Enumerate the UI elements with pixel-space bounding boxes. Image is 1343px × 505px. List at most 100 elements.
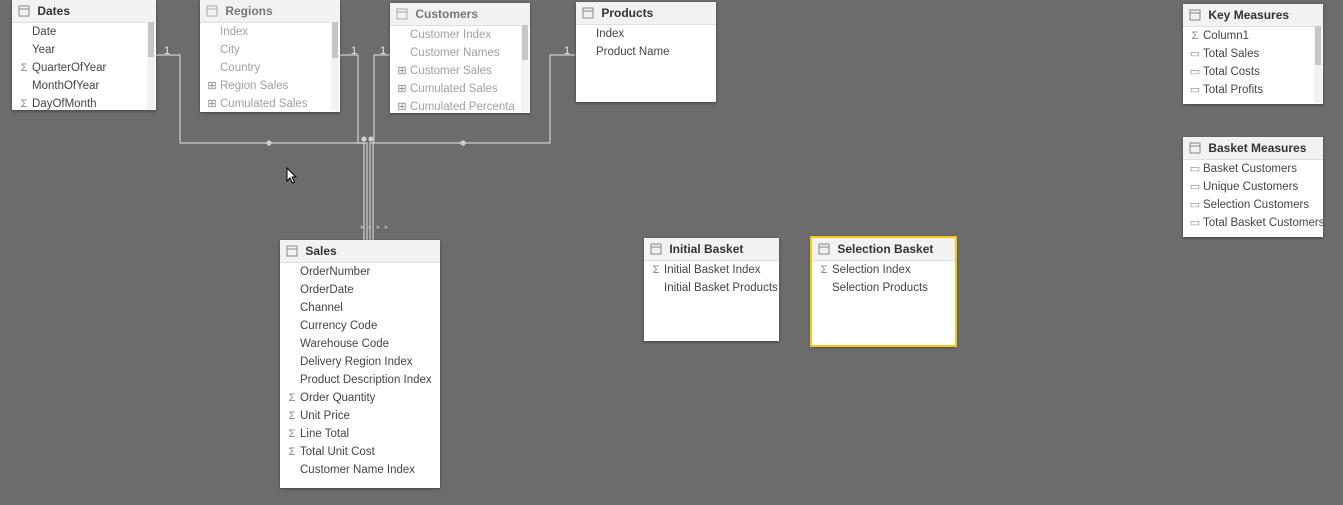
field-label: Line Total [300, 428, 349, 440]
field-row[interactable]: Customer Name Index [280, 461, 440, 479]
field-row[interactable]: Customer Names [390, 44, 530, 62]
field-list[interactable]: Index CityCountry⊞Region Sales⊞Cumulated … [200, 23, 340, 113]
field-list[interactable]: ΣSelection IndexSelection Products [812, 261, 955, 297]
field-row[interactable]: ⊞Customer Sales [390, 62, 530, 80]
table-header[interactable]: Key Measures [1183, 4, 1323, 27]
field-row[interactable]: ΣUnit Price [280, 407, 440, 425]
field-label: Index [220, 26, 248, 38]
table-header[interactable]: Initial Basket [644, 238, 779, 261]
field-list[interactable]: OrderNumber OrderDateChannel Currency Code… [280, 263, 440, 479]
field-row[interactable]: ΣSelection Index [812, 261, 955, 279]
field-label: Cumulated Percenta [410, 101, 515, 113]
field-row[interactable]: Index [200, 23, 340, 41]
table-header[interactable]: Products [576, 2, 716, 25]
field-row[interactable]: Delivery Region Index [280, 353, 440, 371]
table-header[interactable]: Dates [12, 0, 156, 23]
field-row[interactable]: ⊞Cumulated Sales [200, 95, 340, 113]
field-label: Total Basket Customers [1203, 217, 1323, 229]
field-row[interactable]: ΣInitial Basket Index [644, 261, 779, 279]
field-label: Customer Name Index [300, 464, 415, 476]
table-selection-basket[interactable]: Selection Basket ΣSelection IndexSelecti… [812, 238, 955, 345]
measure-icon: ▭ [1189, 81, 1201, 99]
scrollbar[interactable] [331, 22, 339, 111]
table-key-measures[interactable]: Key Measures ΣColumn1▭Total Sales▭Total … [1183, 4, 1323, 104]
field-row[interactable]: Year [12, 41, 156, 59]
cardinality-one: 1 [378, 45, 388, 57]
scrollbar[interactable] [521, 25, 529, 112]
field-row[interactable]: ▭Total Costs [1183, 63, 1323, 81]
field-list[interactable]: ΣInitial Basket Index Initial Basket Prod… [644, 261, 779, 297]
table-products[interactable]: Products Index Product Name [576, 2, 716, 102]
table-icon [286, 245, 298, 257]
table-customers[interactable]: Customers Customer IndexCustomer Names⊞C… [390, 3, 530, 113]
field-row[interactable]: Initial Basket Products [644, 279, 779, 297]
field-list[interactable]: ΣColumn1▭Total Sales▭Total Costs▭Total P… [1183, 27, 1323, 99]
field-row[interactable]: ⊞Cumulated Sales [390, 80, 530, 98]
table-basket-measures[interactable]: Basket Measures ▭Basket Customers▭Unique… [1183, 137, 1323, 237]
field-list[interactable]: Index Product Name [576, 25, 716, 61]
field-row[interactable]: Country [200, 59, 340, 77]
field-row[interactable]: ▭Total Basket Customers [1183, 214, 1323, 232]
table-icon [1189, 9, 1201, 21]
table-initial-basket[interactable]: Initial Basket ΣInitial Basket Index Init… [644, 238, 779, 341]
field-row[interactable]: Warehouse Code [280, 335, 440, 353]
sigma-icon: Σ [286, 443, 298, 461]
field-row[interactable]: OrderNumber [280, 263, 440, 281]
field-list[interactable]: Date YearΣQuarterOfYearMonthOfYearΣDayOfM… [12, 23, 156, 113]
scrollbar[interactable] [1314, 26, 1322, 103]
field-row[interactable]: ▭Basket Customers [1183, 160, 1323, 178]
field-label: Date [32, 26, 56, 38]
table-header[interactable]: Regions [200, 0, 340, 23]
table-title: Basket Measures [1208, 141, 1306, 155]
field-label: Unit Price [300, 410, 350, 422]
sigma-icon: Σ [286, 389, 298, 407]
field-row[interactable]: ▭Total Sales [1183, 45, 1323, 63]
table-header[interactable]: Basket Measures [1183, 137, 1323, 160]
field-label: Initial Basket Products [664, 282, 778, 294]
field-row[interactable]: ▭Total Profits [1183, 81, 1323, 99]
calc-table-icon: ⊞ [396, 62, 408, 80]
field-row[interactable]: ▭Unique Customers [1183, 178, 1323, 196]
sigma-icon: Σ [286, 407, 298, 425]
field-row[interactable]: OrderDate [280, 281, 440, 299]
table-header[interactable]: Sales [280, 240, 440, 263]
scrollbar[interactable] [147, 22, 155, 109]
field-row[interactable]: Product Description Index [280, 371, 440, 389]
field-row[interactable]: ΣDayOfMonth [12, 95, 156, 113]
field-row[interactable]: Date [12, 23, 156, 41]
model-canvas[interactable]: { "tables": { "dates": { "title": "Dates… [0, 0, 1343, 505]
table-dates[interactable]: Dates Date YearΣQuarterOfYearMonthOfYearΣ… [12, 0, 156, 110]
field-row[interactable]: Index [576, 25, 716, 43]
cardinality-many: * * * * [360, 224, 389, 234]
field-label: OrderNumber [300, 266, 370, 278]
field-row[interactable]: ΣLine Total [280, 425, 440, 443]
field-list[interactable]: ▭Basket Customers▭Unique Customers▭Selec… [1183, 160, 1323, 232]
field-row[interactable]: ΣColumn1 [1183, 27, 1323, 45]
table-regions[interactable]: Regions Index CityCountry⊞Region Sales⊞Cu… [200, 0, 340, 112]
field-label: Currency Code [300, 320, 377, 332]
field-row[interactable]: Selection Products [812, 279, 955, 297]
field-label: Warehouse Code [300, 338, 389, 350]
sigma-icon: Σ [18, 59, 30, 77]
field-row[interactable]: ⊞Cumulated Percenta [390, 98, 530, 116]
table-header[interactable]: Selection Basket [812, 238, 955, 261]
field-row[interactable]: MonthOfYear [12, 77, 156, 95]
field-label: Product Name [596, 46, 670, 58]
cardinality-one: 1 [562, 45, 572, 57]
field-row[interactable]: ΣTotal Unit Cost [280, 443, 440, 461]
field-row[interactable]: City [200, 41, 340, 59]
table-icon [650, 243, 662, 255]
field-list[interactable]: Customer IndexCustomer Names⊞Customer Sa… [390, 26, 530, 116]
table-title: Regions [225, 4, 272, 18]
field-row[interactable]: Channel [280, 299, 440, 317]
field-row[interactable]: Customer Index [390, 26, 530, 44]
field-row[interactable]: ΣQuarterOfYear [12, 59, 156, 77]
field-label: Customer Sales [410, 65, 492, 77]
field-row[interactable]: ΣOrder Quantity [280, 389, 440, 407]
field-row[interactable]: ⊞Region Sales [200, 77, 340, 95]
field-row[interactable]: Product Name [576, 43, 716, 61]
table-header[interactable]: Customers [390, 3, 530, 26]
field-row[interactable]: ▭Selection Customers [1183, 196, 1323, 214]
field-row[interactable]: Currency Code [280, 317, 440, 335]
table-sales[interactable]: Sales OrderNumber OrderDateChannel Currenc… [280, 240, 440, 488]
